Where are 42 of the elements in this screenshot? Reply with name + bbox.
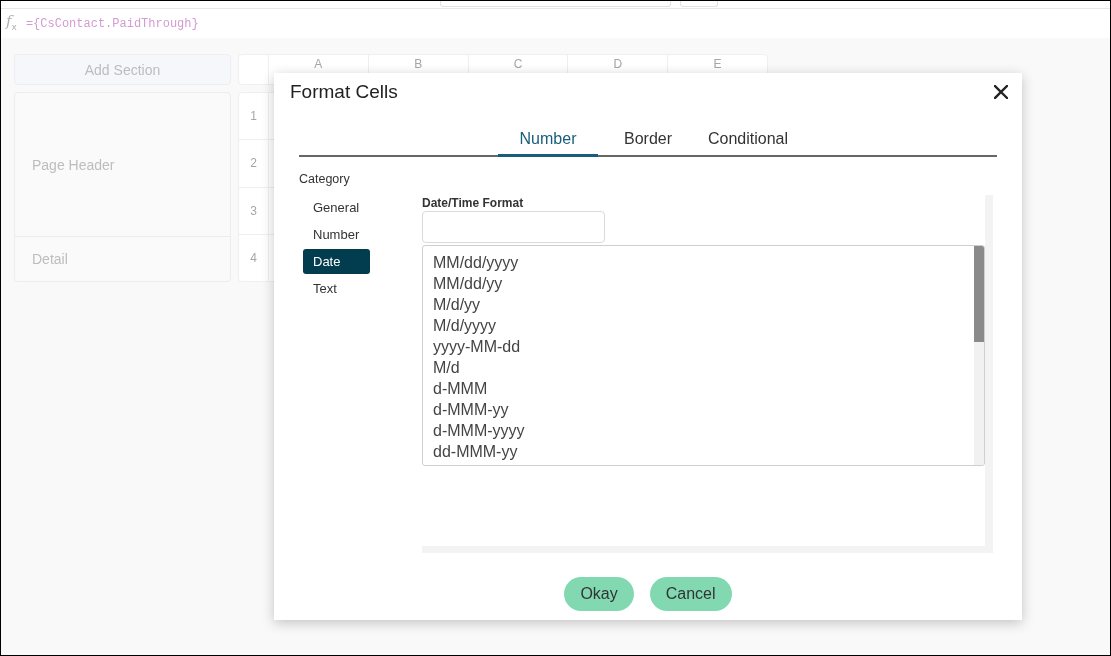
format-option[interactable]: d-MMM-yy bbox=[433, 399, 509, 420]
row-number: 3 bbox=[250, 203, 257, 218]
category-item[interactable]: Date bbox=[303, 249, 370, 274]
toolbar-field[interactable] bbox=[440, 1, 671, 7]
column-label: D bbox=[613, 57, 623, 73]
section-label: Detail bbox=[32, 251, 68, 267]
format-option[interactable]: M/d bbox=[433, 357, 460, 378]
column-label: B bbox=[414, 57, 423, 73]
dialog-title: Format Cells bbox=[290, 81, 398, 103]
category-item[interactable]: Number bbox=[303, 222, 370, 247]
close-icon[interactable] bbox=[994, 85, 1008, 99]
format-option[interactable]: dd-MMM-yy bbox=[433, 441, 518, 462]
format-option[interactable]: M/d/yyyy bbox=[433, 315, 497, 336]
column-label: C bbox=[513, 57, 523, 73]
dialog-button[interactable]: Cancel bbox=[649, 577, 732, 611]
category-item[interactable]: Text bbox=[303, 276, 370, 301]
field-label: Date/Time Format bbox=[422, 195, 524, 211]
format-option[interactable]: yyyy-MM-dd bbox=[433, 336, 521, 357]
section-label: Page Header bbox=[32, 156, 115, 173]
format-option[interactable]: M/d/yy bbox=[433, 294, 481, 315]
category-label: Category bbox=[299, 172, 350, 186]
row-number: 2 bbox=[250, 156, 257, 171]
scrollbar-thumb[interactable] bbox=[974, 246, 984, 342]
row-number: 4 bbox=[250, 250, 257, 265]
column-label: A bbox=[314, 57, 323, 73]
category-item[interactable]: General bbox=[303, 195, 370, 220]
dialog-button[interactable]: Okay bbox=[564, 577, 634, 611]
scrollbar[interactable] bbox=[974, 246, 984, 465]
format-input[interactable] bbox=[422, 211, 605, 243]
format-listbox[interactable]: MM/dd/yyyy MM/dd/yy M/d/yy M/d/yyyy yyyy-MM-dd M/d d-MMM d-MMM-yy d-MMM-yyyy dd-MMM-yy bbox=[422, 245, 985, 466]
column-label: E bbox=[713, 57, 722, 73]
tab[interactable]: Number bbox=[498, 124, 598, 157]
format-option[interactable]: MM/dd/yy bbox=[433, 273, 503, 294]
format-option[interactable]: MM/dd/yyyy bbox=[433, 252, 519, 273]
format-option[interactable]: d-MMM-yyyy bbox=[433, 420, 525, 441]
tab[interactable]: Conditional bbox=[698, 124, 798, 157]
format-option[interactable]: d-MMM bbox=[433, 378, 488, 399]
formula-text: ={CsContact.PaidThrough} bbox=[25, 16, 199, 31]
tab[interactable]: Border bbox=[598, 124, 698, 157]
row-number: 1 bbox=[250, 109, 257, 124]
function-icon: f$_{x}$ bbox=[6, 12, 17, 35]
toolbar-field[interactable] bbox=[680, 1, 718, 7]
